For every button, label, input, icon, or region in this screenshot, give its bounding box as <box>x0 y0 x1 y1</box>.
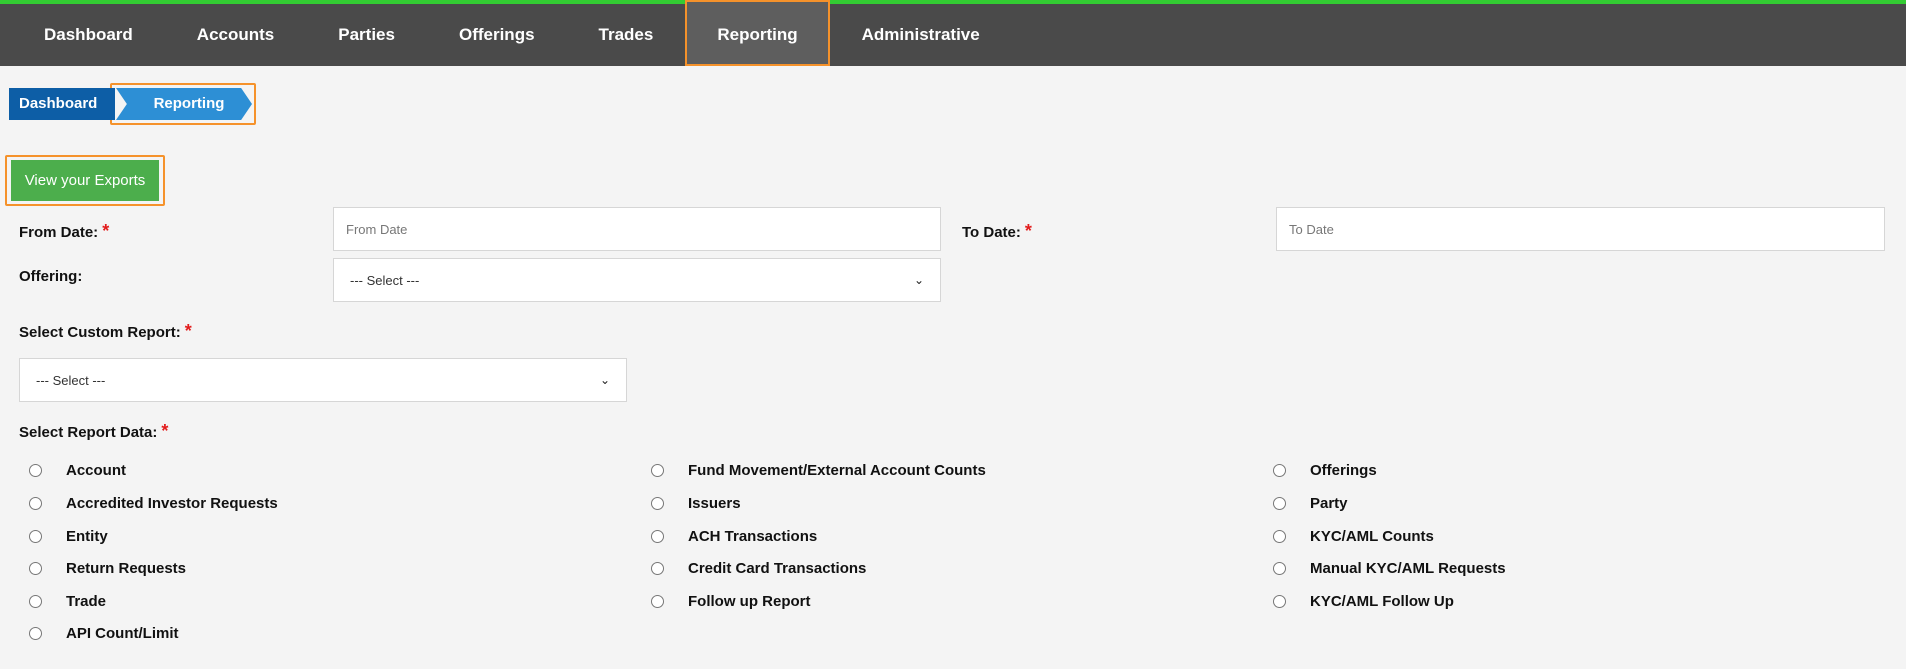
report-option-label: Account <box>66 462 126 479</box>
radio-button[interactable] <box>1273 464 1286 477</box>
breadcrumb-reporting[interactable]: Reporting <box>116 88 252 120</box>
nav-parties[interactable]: Parties <box>306 4 427 66</box>
report-option-issuers[interactable]: Issuers <box>651 495 741 512</box>
report-option-kyc-aml-follow-up[interactable]: KYC/AML Follow Up <box>1273 593 1454 610</box>
required-mark: * <box>1024 221 1032 241</box>
report-option-label: API Count/Limit <box>66 625 179 642</box>
report-option-label: Trade <box>66 593 107 610</box>
from-date-input[interactable]: From Date <box>333 207 941 251</box>
report-option-label: Manual KYC/AML Requests <box>1310 560 1506 577</box>
radio-button[interactable] <box>29 627 42 640</box>
report-option-return-requests[interactable]: Return Requests <box>29 560 186 577</box>
offering-select[interactable]: --- Select --- ⌄ <box>333 258 941 302</box>
nav-administrative[interactable]: Administrative <box>830 4 1012 66</box>
report-option-fund-movement[interactable]: Fund Movement/External Account Counts <box>651 462 986 479</box>
report-option-label: Entity <box>66 528 108 545</box>
report-option-kyc-aml-counts[interactable]: KYC/AML Counts <box>1273 528 1434 545</box>
report-option-label: ACH Transactions <box>688 528 818 545</box>
view-exports-button[interactable]: View your Exports <box>11 160 159 201</box>
required-mark: * <box>184 321 192 341</box>
report-option-label: KYC/AML Follow Up <box>1310 593 1454 610</box>
radio-button[interactable] <box>29 562 42 575</box>
report-option-follow-up-report[interactable]: Follow up Report <box>651 593 810 610</box>
nav-trades[interactable]: Trades <box>567 4 686 66</box>
from-date-label-text: From Date: <box>19 224 99 241</box>
nav-dashboard[interactable]: Dashboard <box>12 4 165 66</box>
required-mark: * <box>161 421 169 441</box>
custom-report-label: Select Custom Report: * <box>19 321 192 342</box>
radio-button[interactable] <box>1273 530 1286 543</box>
offering-selected-value: --- Select --- <box>350 272 420 288</box>
report-option-ach-transactions[interactable]: ACH Transactions <box>651 528 817 545</box>
chevron-down-icon: ⌄ <box>599 373 610 387</box>
report-data-label: Select Report Data: * <box>19 421 168 442</box>
to-date-input[interactable]: To Date <box>1276 207 1885 251</box>
report-option-label: Follow up Report <box>688 593 811 610</box>
to-date-label: To Date: * <box>962 221 1032 242</box>
offering-label: Offering: <box>19 268 82 285</box>
report-option-label: Offerings <box>1310 462 1377 479</box>
report-option-manual-kyc-aml-requests[interactable]: Manual KYC/AML Requests <box>1273 560 1506 577</box>
breadcrumb: Dashboard Reporting <box>9 83 256 125</box>
breadcrumb-dashboard[interactable]: Dashboard <box>9 88 116 120</box>
radio-button[interactable] <box>651 562 664 575</box>
nav-accounts[interactable]: Accounts <box>165 4 306 66</box>
exports-button-highlight: View your Exports <box>5 155 165 206</box>
required-mark: * <box>102 221 110 241</box>
report-data-label-text: Select Report Data: <box>19 424 158 441</box>
custom-report-select[interactable]: --- Select --- ⌄ <box>19 358 627 402</box>
to-date-label-text: To Date: <box>962 224 1021 241</box>
report-option-label: Accredited Investor Requests <box>66 495 278 512</box>
nav-offerings[interactable]: Offerings <box>427 4 567 66</box>
report-option-account[interactable]: Account <box>29 462 126 479</box>
report-option-label: KYC/AML Counts <box>1310 528 1434 545</box>
custom-report-label-text: Select Custom Report: <box>19 324 181 341</box>
report-option-accredited-investor-requests[interactable]: Accredited Investor Requests <box>29 495 278 512</box>
breadcrumb-current-highlight: Reporting <box>110 83 256 125</box>
report-option-label: Credit Card Transactions <box>688 560 867 577</box>
radio-button[interactable] <box>29 464 42 477</box>
report-option-label: Fund Movement/External Account Counts <box>688 462 986 479</box>
offering-label-text: Offering: <box>19 268 83 285</box>
radio-button[interactable] <box>651 530 664 543</box>
radio-button[interactable] <box>1273 497 1286 510</box>
nav-reporting[interactable]: Reporting <box>685 0 830 66</box>
radio-button[interactable] <box>29 530 42 543</box>
radio-button[interactable] <box>29 595 42 608</box>
top-nav: Dashboard Accounts Parties Offerings Tra… <box>0 0 1906 66</box>
report-option-label: Issuers <box>688 495 741 512</box>
report-option-party[interactable]: Party <box>1273 495 1348 512</box>
radio-button[interactable] <box>1273 595 1286 608</box>
report-option-label: Return Requests <box>66 560 187 577</box>
radio-button[interactable] <box>29 497 42 510</box>
radio-button[interactable] <box>651 497 664 510</box>
custom-report-selected-value: --- Select --- <box>36 372 106 388</box>
report-option-credit-card-transactions[interactable]: Credit Card Transactions <box>651 560 866 577</box>
report-option-offerings[interactable]: Offerings <box>1273 462 1377 479</box>
report-option-label: Party <box>1310 495 1348 512</box>
report-option-api-count-limit[interactable]: API Count/Limit <box>29 625 179 642</box>
radio-button[interactable] <box>651 595 664 608</box>
radio-button[interactable] <box>1273 562 1286 575</box>
report-option-entity[interactable]: Entity <box>29 528 108 545</box>
report-option-trade[interactable]: Trade <box>29 593 106 610</box>
from-date-label: From Date: * <box>19 221 109 242</box>
radio-button[interactable] <box>651 464 664 477</box>
chevron-down-icon: ⌄ <box>913 273 924 287</box>
